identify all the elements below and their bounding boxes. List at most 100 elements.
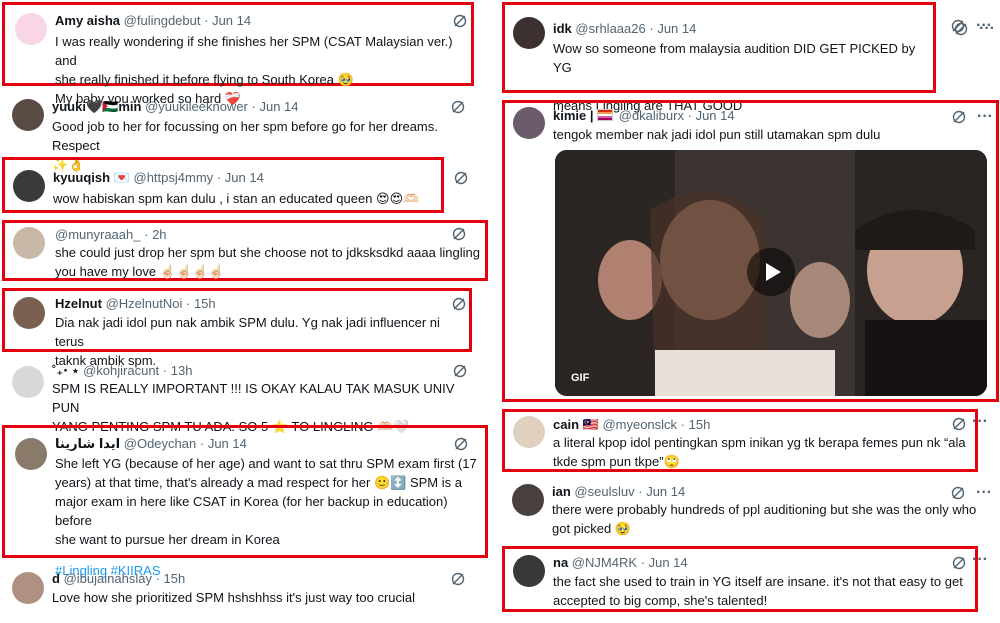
timestamp[interactable]: 2h bbox=[152, 227, 166, 242]
separator-dot: · bbox=[640, 555, 645, 570]
grok-icon[interactable] bbox=[453, 170, 469, 186]
tweet-card[interactable]: Amy aisha @fulingdebut · Jun 14 I was re… bbox=[2, 2, 474, 106]
grok-icon[interactable] bbox=[453, 436, 469, 452]
more-options-icon[interactable]: ··· bbox=[976, 484, 992, 502]
avatar[interactable] bbox=[12, 99, 44, 131]
timestamp[interactable]: Jun 14 bbox=[259, 99, 298, 114]
handle[interactable]: @kohjiracunt bbox=[83, 363, 159, 378]
timestamp[interactable]: Jun 14 bbox=[649, 555, 688, 570]
timestamp[interactable]: Jun 14 bbox=[657, 21, 696, 36]
tweet-card[interactable]: ايدا شارينا @Odeychan · Jun 14 She left … bbox=[2, 425, 488, 578]
gif-media[interactable]: GIF bbox=[555, 150, 987, 396]
tweet-text-line: Love how she prioritized SPM hshshhss it… bbox=[52, 590, 416, 605]
avatar[interactable] bbox=[13, 227, 45, 259]
tweet-card[interactable]: kyuuqish 💌 @httpsj4mmy · Jun 14 wow habi… bbox=[2, 157, 468, 213]
display-name[interactable]: ايدا شارينا bbox=[55, 436, 120, 451]
grok-icon[interactable] bbox=[950, 18, 966, 34]
handle[interactable]: @fulingdebut bbox=[124, 13, 201, 28]
handle[interactable]: @NJM4RK bbox=[572, 555, 637, 570]
tweet-actions bbox=[450, 571, 466, 587]
timestamp[interactable]: 15h bbox=[689, 417, 711, 432]
tweet-card[interactable]: ian @seulsluv · Jun 14 ··· there were pr… bbox=[502, 478, 997, 540]
tweet-text-line: years) at that time, that's already a ma… bbox=[55, 475, 462, 490]
grok-icon[interactable] bbox=[450, 99, 466, 115]
avatar[interactable] bbox=[513, 555, 545, 587]
separator-dot: · bbox=[687, 108, 692, 123]
handle[interactable]: @yuukileeknower bbox=[145, 99, 248, 114]
separator-dot: · bbox=[638, 484, 643, 499]
separator-dot: · bbox=[680, 417, 686, 432]
display-name[interactable]: cain 🇲🇾 bbox=[553, 417, 599, 432]
timestamp[interactable]: 15h bbox=[164, 571, 186, 586]
handle[interactable]: @httpsj4mmy bbox=[134, 170, 214, 185]
avatar[interactable] bbox=[12, 572, 44, 604]
grok-icon[interactable] bbox=[452, 363, 468, 379]
tweet-card[interactable]: yuuki🖤🇵🇸min @yuukileeknower · Jun 14 Goo… bbox=[2, 93, 474, 172]
separator-dot: · bbox=[185, 296, 191, 311]
tweet-card[interactable]: ˚₊‧ ⋆ @kohjiracunt · 13h SPM IS REALLY I… bbox=[2, 358, 474, 434]
timestamp[interactable]: 13h bbox=[171, 363, 193, 378]
avatar[interactable] bbox=[513, 416, 545, 448]
separator-dot: · bbox=[144, 227, 149, 242]
tweet-card[interactable]: @munyraaah_ · 2h she could just drop her… bbox=[2, 220, 488, 281]
display-name[interactable]: na bbox=[553, 555, 568, 570]
display-name[interactable]: kyuuqish 💌 bbox=[53, 170, 130, 185]
avatar[interactable] bbox=[13, 297, 45, 329]
handle[interactable]: @seulsluv bbox=[574, 484, 634, 499]
tweet-card[interactable]: idk @srhlaaa26 · Jun 14 ··· Wow so someo… bbox=[502, 2, 995, 113]
handle[interactable]: @HzelnutNoi bbox=[106, 296, 183, 311]
avatar[interactable] bbox=[513, 17, 545, 49]
tweet-card[interactable]: Hzelnut @HzelnutNoi · 15h Dia nak jadi i… bbox=[2, 288, 472, 368]
display-name[interactable]: kimie | bbox=[553, 108, 594, 123]
grok-icon[interactable] bbox=[951, 416, 967, 432]
display-name[interactable]: ˚₊‧ ⋆ bbox=[52, 363, 79, 378]
tweet-text-line: tengok member nak jadi idol pun still ut… bbox=[553, 127, 881, 142]
grok-icon[interactable] bbox=[450, 571, 466, 587]
display-name[interactable]: ian bbox=[552, 484, 571, 499]
grok-icon[interactable] bbox=[951, 555, 967, 571]
handle[interactable]: @Odeychan bbox=[124, 436, 196, 451]
timestamp[interactable]: Jun 14 bbox=[225, 170, 264, 185]
tweet-card[interactable]: kimie | @dkaliburx · Jun 14 ··· tengok m… bbox=[502, 100, 999, 402]
more-options-icon[interactable]: ··· bbox=[972, 413, 988, 431]
more-options-icon[interactable]: ··· bbox=[977, 108, 993, 126]
display-name[interactable]: Hzelnut bbox=[55, 296, 102, 311]
display-name[interactable]: yuuki🖤🇵🇸min bbox=[52, 99, 141, 114]
tweet-card[interactable]: na @NJM4RK · Jun 14 the fact she used to… bbox=[502, 546, 978, 612]
grok-icon[interactable] bbox=[951, 109, 967, 125]
tweet-text-line: she want to pursue her dream in Korea bbox=[55, 532, 280, 547]
avatar[interactable] bbox=[13, 170, 45, 202]
grok-icon[interactable] bbox=[452, 13, 468, 29]
handle[interactable]: @dkaliburx bbox=[619, 108, 684, 123]
more-options-icon[interactable]: ··· bbox=[972, 551, 988, 569]
grok-icon[interactable] bbox=[451, 226, 467, 242]
avatar[interactable] bbox=[512, 484, 544, 516]
display-name[interactable]: Amy aisha bbox=[55, 13, 120, 28]
grok-icon[interactable] bbox=[950, 485, 966, 501]
handle[interactable]: @srhlaaa26 bbox=[575, 21, 645, 36]
timestamp[interactable]: Jun 14 bbox=[646, 484, 685, 499]
tweet-text-line: She left YG (because of her age) and wan… bbox=[55, 456, 477, 471]
display-name[interactable]: d bbox=[52, 571, 60, 586]
tweet-actions bbox=[453, 170, 469, 186]
play-button[interactable] bbox=[747, 248, 795, 296]
tweet-card[interactable]: d @ibujainahslay · 15h Love how she prio… bbox=[2, 566, 474, 621]
handle[interactable]: @munyraaah_ bbox=[55, 227, 140, 242]
timestamp[interactable]: 15h bbox=[194, 296, 216, 311]
display-name[interactable]: idk bbox=[553, 21, 572, 36]
avatar[interactable] bbox=[15, 438, 47, 470]
tweet-text-line: a literal kpop idol pentingkan spm inika… bbox=[553, 435, 966, 450]
avatar[interactable] bbox=[513, 107, 545, 139]
more-options-icon[interactable]: ··· bbox=[976, 17, 992, 35]
handle[interactable]: @ibujainahslay bbox=[64, 571, 152, 586]
avatar[interactable] bbox=[15, 13, 47, 45]
handle[interactable]: @myeonslck bbox=[602, 417, 677, 432]
tweet-text-line: Dia nak jadi idol pun nak ambik SPM dulu… bbox=[55, 315, 440, 349]
tweet-card[interactable]: cain 🇲🇾 @myeonslck · 15h a literal kpop … bbox=[502, 409, 978, 472]
grok-icon[interactable] bbox=[451, 296, 467, 312]
timestamp[interactable]: Jun 14 bbox=[696, 108, 735, 123]
avatar[interactable] bbox=[12, 366, 44, 398]
timestamp[interactable]: Jun 14 bbox=[212, 13, 251, 28]
timestamp[interactable]: Jun 14 bbox=[208, 436, 247, 451]
tweet-text-line: got picked 🥹 bbox=[552, 521, 632, 536]
